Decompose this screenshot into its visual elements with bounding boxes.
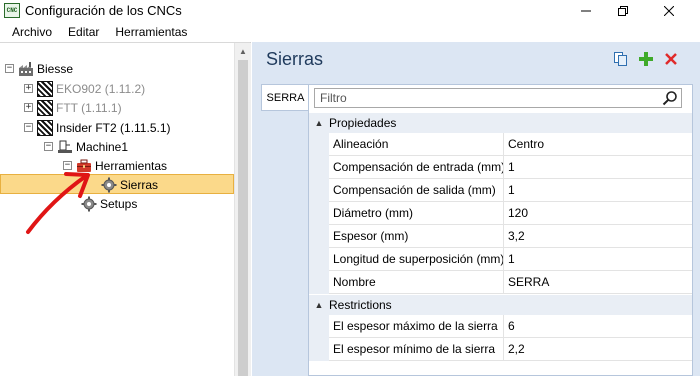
delete-icon [665,53,677,65]
chevron-up-icon[interactable]: ▲ [309,300,329,310]
category-propiedades[interactable]: ▲ Propiedades [309,113,692,133]
collapse-icon[interactable]: − [63,161,72,170]
tree-label-biesse: Biesse [37,61,74,76]
filter-box [314,88,682,108]
machine-icon [57,139,73,155]
add-icon [639,52,653,66]
menu-editar[interactable]: Editar [60,25,107,39]
property-name: Compensación de salida (mm) [329,179,504,202]
menu-archivo[interactable]: Archivo [4,25,60,39]
gear-icon [101,177,117,193]
property-value[interactable]: Centro [504,133,692,156]
copy-icon [614,52,627,66]
property-row[interactable]: El espesor mínimo de la sierra 2,2 [309,338,692,361]
chevron-up-icon[interactable]: ▲ [309,118,329,128]
factory-icon [18,61,34,77]
tree-item-sierras[interactable]: Sierras [101,175,158,194]
machine-hatched-icon [37,119,53,136]
property-grid-container: ▲ Propiedades Alineación Centro Compensa… [308,84,693,376]
scroll-up-icon[interactable]: ▲ [235,43,251,59]
tree-item-eko902[interactable]: + EKO902 (1.11.2) [24,79,145,98]
property-value[interactable]: 3,2 [504,225,692,248]
property-value[interactable]: 2,2 [504,338,692,361]
property-name: El espesor máximo de la sierra [329,315,504,338]
window-title: Configuración de los CNCs [25,3,182,18]
tree-item-insider-ft2[interactable]: − Insider FT2 (1.11.5.1) [24,118,171,137]
close-icon [664,6,674,16]
properties-panel: Sierras SERRA ▲ Propiedades Alineación C [252,42,700,376]
property-value[interactable]: 1 [504,248,692,271]
gear-icon [81,196,97,212]
property-value[interactable]: 6 [504,315,692,338]
property-name: Alineación [329,133,504,156]
tree-label-machine1: Machine1 [76,139,129,154]
tree-label-eko902: EKO902 (1.11.2) [56,81,146,96]
tree-label-setups: Setups [100,196,138,211]
expand-icon[interactable]: + [24,103,33,112]
collapse-icon[interactable]: − [24,123,33,132]
tree-item-biesse[interactable]: − Biesse [5,59,73,78]
expand-icon[interactable]: + [24,84,33,93]
property-value[interactable]: 1 [504,179,692,202]
tree-label-ftt: FTT (1.11.1) [56,100,122,115]
property-name: Espesor (mm) [329,225,504,248]
scrollbar-thumb[interactable] [238,60,248,376]
collapse-icon[interactable]: − [44,142,53,151]
restore-icon [618,6,628,16]
toolbox-icon [76,158,92,174]
category-restrictions[interactable]: ▲ Restrictions [309,295,692,315]
machine-tree: − Biesse + EKO902 (1.11.2) + FTT (1.11.1… [0,42,251,376]
panel-header: Sierras [252,42,700,76]
collapse-icon[interactable]: − [5,64,14,73]
property-row[interactable]: Compensación de entrada (mm) 1 [309,156,692,179]
tree-scrollbar[interactable]: ▲ [234,43,251,376]
property-name: Diámetro (mm) [329,202,504,225]
minimize-icon [581,10,591,12]
tree-label-insider-ft2: Insider FT2 (1.11.5.1) [56,120,171,135]
property-name: El espesor mínimo de la sierra [329,338,504,361]
tree-label-sierras: Sierras [120,177,159,192]
property-row[interactable]: Diámetro (mm) 120 [309,202,692,225]
menu-bar: Archivo Editar Herramientas [0,22,700,42]
property-name: Nombre [329,271,504,294]
menu-herramientas[interactable]: Herramientas [107,25,195,39]
category-label: Propiedades [329,116,397,130]
add-button[interactable] [638,51,654,67]
category-label: Restrictions [329,298,392,312]
property-row[interactable]: El espesor máximo de la sierra 6 [309,315,692,338]
property-name: Compensación de entrada (mm) [329,156,504,179]
property-row[interactable]: Espesor (mm) 3,2 [309,225,692,248]
machine-hatched-icon [37,80,53,97]
property-row[interactable]: Nombre SERRA [309,271,692,294]
panel-title: Sierras [266,49,324,69]
property-row[interactable]: Alineación Centro [309,133,692,156]
title-bar: CNC Configuración de los CNCs [0,0,700,22]
property-value[interactable]: SERRA [504,271,692,294]
property-row[interactable]: Longitud de superposición (mm) 1 [309,248,692,271]
tree-label-herramientas: Herramientas [95,158,168,173]
tree-item-ftt[interactable]: + FTT (1.11.1) [24,98,122,117]
filter-input[interactable] [315,89,655,107]
machine-hatched-icon [37,99,53,116]
copy-button[interactable] [613,51,629,67]
property-value[interactable]: 1 [504,156,692,179]
tab-serra[interactable]: SERRA [261,84,309,111]
property-value[interactable]: 120 [504,202,692,225]
property-row[interactable]: Compensación de salida (mm) 1 [309,179,692,202]
tree-item-machine1[interactable]: − Machine1 [44,137,128,156]
tree-item-herramientas[interactable]: − Herramientas [63,156,167,175]
delete-button[interactable] [663,51,679,67]
search-icon[interactable] [662,90,678,106]
app-logo-icon: CNC [4,3,20,18]
tree-item-setups[interactable]: Setups [81,194,137,213]
close-button[interactable] [646,0,692,22]
property-name: Longitud de superposición (mm) [329,248,504,271]
restore-button[interactable] [600,0,646,22]
